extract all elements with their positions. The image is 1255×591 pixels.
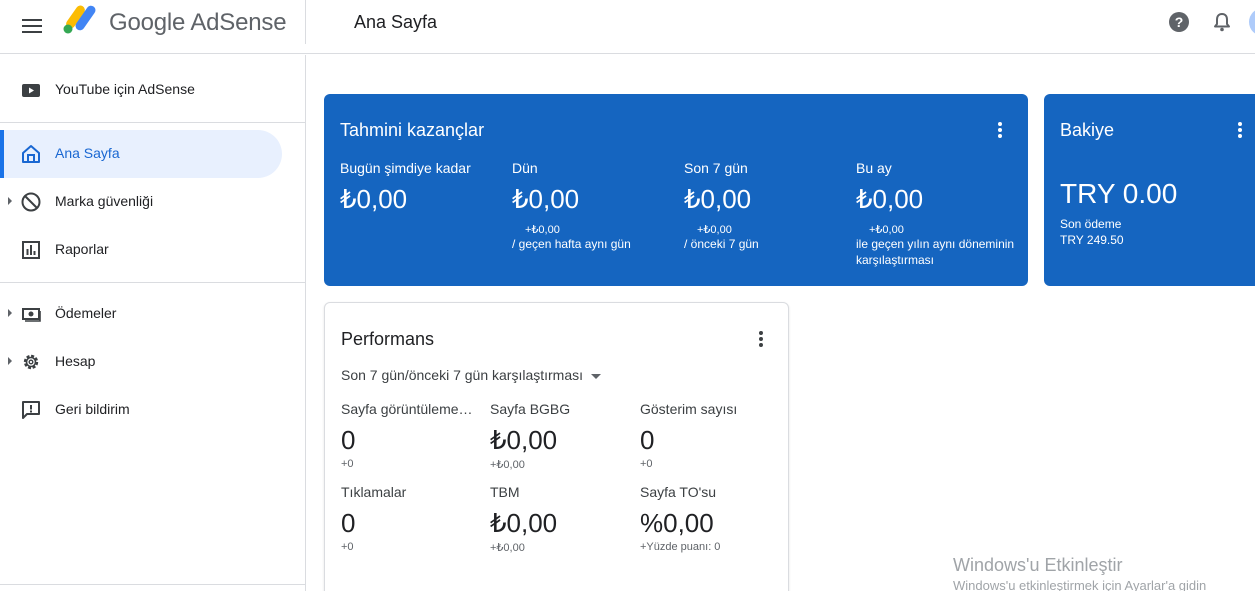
watermark-line-2: Windows'u etkinleştirmek için Ayarlar'a … bbox=[953, 578, 1207, 591]
sidebar-item-label: YouTube için AdSense bbox=[55, 81, 195, 97]
sidebar-item-reports[interactable]: Raporlar bbox=[0, 226, 282, 274]
metric-delta: +Yüzde puanı: 0 bbox=[640, 541, 721, 553]
sidebar-item-label: Ana Sayfa bbox=[55, 145, 120, 161]
sidebar-divider bbox=[0, 282, 305, 283]
arrow-drop-down-icon bbox=[591, 373, 602, 379]
metric-label: TBM bbox=[490, 484, 520, 500]
metric-label: Tıklamalar bbox=[341, 484, 407, 500]
more-vert-icon[interactable] bbox=[749, 327, 773, 351]
sidebar-item-payments[interactable]: Ödemeler bbox=[0, 290, 282, 338]
metric-note: / önceki 7 gün bbox=[684, 237, 759, 251]
metric-value: ₺0,00 bbox=[856, 184, 924, 214]
home-icon bbox=[22, 145, 40, 163]
menu-icon[interactable] bbox=[16, 10, 48, 42]
metric-delta: +₺0,00 bbox=[697, 224, 732, 236]
metric-value: 0 bbox=[341, 425, 356, 455]
perf-metric-clicks[interactable]: Tıklamalar 0 +0 bbox=[341, 484, 481, 553]
perf-metric-impressions[interactable]: Gösterim sayısı 0 +0 bbox=[640, 401, 780, 470]
sidebar-item-label: Geri bildirim bbox=[55, 401, 130, 417]
metric-value: ₺0,00 bbox=[490, 508, 558, 538]
sidebar-item-account[interactable]: Hesap bbox=[0, 338, 282, 386]
perf-metric-cpc[interactable]: TBM ₺0,00 +₺0,00 bbox=[490, 484, 630, 554]
sidebar-nav: YouTube için AdSense Ana Sayfa Marka güv… bbox=[0, 55, 306, 591]
payments-icon bbox=[22, 308, 41, 322]
metric-label: Bu ay bbox=[856, 160, 892, 176]
feedback-icon bbox=[22, 401, 40, 419]
metric-label: Sayfa TO'su bbox=[640, 484, 717, 500]
top-app-bar: Google AdSense Ana Sayfa ? bbox=[0, 0, 1255, 54]
card-title: Bakiye bbox=[1060, 120, 1115, 140]
bell-icon[interactable] bbox=[1211, 11, 1233, 33]
youtube-icon bbox=[22, 84, 40, 97]
metric-delta: +0 bbox=[341, 458, 354, 470]
metric-value: ₺0,00 bbox=[340, 184, 408, 214]
sidebar-item-label: Hesap bbox=[55, 353, 96, 369]
bar-chart-icon bbox=[22, 241, 40, 259]
last-payment-label: Son ödeme bbox=[1060, 217, 1122, 231]
expand-caret-icon[interactable] bbox=[8, 357, 12, 365]
gear-icon bbox=[23, 354, 39, 370]
earnings-metric-today: Bugün şimdiye kadar ₺0,00 bbox=[340, 160, 505, 215]
metric-label: Son 7 gün bbox=[684, 160, 748, 176]
expand-caret-icon[interactable] bbox=[8, 309, 12, 317]
help-icon[interactable]: ? bbox=[1168, 11, 1190, 33]
watermark-line-1: Windows'u Etkinleştir bbox=[953, 555, 1123, 575]
perf-metric-page-ctr[interactable]: Sayfa TO'su %0,00 +Yüzde puanı: 0 bbox=[640, 484, 780, 553]
sidebar-item-brand-safety[interactable]: Marka güvenliği bbox=[0, 178, 282, 226]
metric-label: Sayfa BGBG bbox=[490, 401, 571, 417]
metric-value: 0 bbox=[640, 425, 655, 455]
metric-label: Gösterim sayısı bbox=[640, 401, 738, 417]
metric-label: Dün bbox=[512, 160, 538, 176]
metric-delta: +0 bbox=[341, 541, 354, 553]
adsense-logo[interactable] bbox=[62, 5, 98, 35]
sidebar-item-feedback[interactable]: Geri bildirim bbox=[0, 386, 282, 434]
perf-metric-page-rpm[interactable]: Sayfa BGBG ₺0,00 +₺0,00 bbox=[490, 401, 630, 471]
page-title: Ana Sayfa bbox=[354, 12, 438, 32]
earnings-metric-yesterday: Dün ₺0,00 +₺0,00 / geçen hafta aynı gün bbox=[512, 160, 677, 252]
card-title: Tahmini kazançlar bbox=[340, 120, 485, 140]
sidebar-item-home[interactable]: Ana Sayfa bbox=[0, 130, 282, 178]
header-divider bbox=[305, 0, 306, 44]
block-icon bbox=[21, 192, 41, 212]
balance-card: Bakiye TRY 0.00 Son ödeme TRY 249.50 bbox=[1044, 94, 1255, 286]
metric-value: ₺0,00 bbox=[490, 425, 558, 455]
sidebar-item-youtube[interactable]: YouTube için AdSense bbox=[0, 66, 282, 114]
sidebar-divider bbox=[0, 122, 305, 123]
brand-name[interactable]: Google AdSense bbox=[109, 9, 287, 37]
metric-delta: +₺0,00 bbox=[490, 459, 525, 471]
metric-note: / geçen hafta aynı gün bbox=[512, 237, 631, 251]
sidebar-item-label: Marka güvenliği bbox=[55, 193, 154, 209]
sidebar-item-label: Raporlar bbox=[55, 241, 109, 257]
metric-delta: +₺0,00 bbox=[869, 224, 904, 236]
metric-delta: +₺0,00 bbox=[490, 542, 525, 554]
svg-text:?: ? bbox=[1175, 14, 1184, 30]
metric-value: 0 bbox=[341, 508, 356, 538]
more-vert-icon[interactable] bbox=[988, 118, 1012, 142]
sidebar-divider bbox=[0, 584, 305, 585]
comparison-dropdown[interactable]: Son 7 gün/önceki 7 gün karşılaştırması bbox=[341, 367, 602, 383]
metric-note: ile geçen yılın aynı döneminin karşılaşt… bbox=[856, 237, 1015, 267]
avatar[interactable] bbox=[1249, 8, 1255, 36]
windows-activation-watermark: Windows'u Etkinleştir Windows'u etkinleş… bbox=[953, 555, 1206, 591]
comparison-dropdown-label: Son 7 gün/önceki 7 gün karşılaştırması bbox=[341, 367, 584, 383]
last-payment-value: TRY 249.50 bbox=[1060, 233, 1124, 247]
more-vert-icon[interactable] bbox=[1228, 118, 1252, 142]
metric-value: ₺0,00 bbox=[512, 184, 580, 214]
metric-label: Sayfa görüntülemeleri bbox=[341, 401, 473, 417]
metric-delta: +0 bbox=[640, 458, 653, 470]
earnings-metric-this-month: Bu ay ₺0,00 +₺0,00 ile geçen yılın aynı … bbox=[856, 160, 1016, 268]
last-payment: Son ödeme TRY 249.50 bbox=[1060, 216, 1124, 248]
metric-label: Bugün şimdiye kadar bbox=[340, 160, 471, 176]
metric-value: %0,00 bbox=[640, 508, 714, 538]
estimated-earnings-card: Tahmini kazançlar Bugün şimdiye kadar ₺0… bbox=[324, 94, 1028, 286]
metric-value: ₺0,00 bbox=[684, 184, 752, 214]
sidebar-item-label: Ödemeler bbox=[55, 305, 117, 321]
expand-caret-icon[interactable] bbox=[8, 197, 12, 205]
performance-card: Performans Son 7 gün/önceki 7 gün karşıl… bbox=[324, 302, 789, 591]
earnings-metric-last-7-days: Son 7 gün ₺0,00 +₺0,00 / önceki 7 gün bbox=[684, 160, 849, 252]
metric-delta: +₺0,00 bbox=[525, 224, 560, 236]
card-title: Performans bbox=[341, 329, 435, 349]
balance-value: TRY 0.00 bbox=[1060, 178, 1178, 209]
perf-metric-page-views[interactable]: Sayfa görüntülemeleri 0 +0 bbox=[341, 401, 473, 470]
